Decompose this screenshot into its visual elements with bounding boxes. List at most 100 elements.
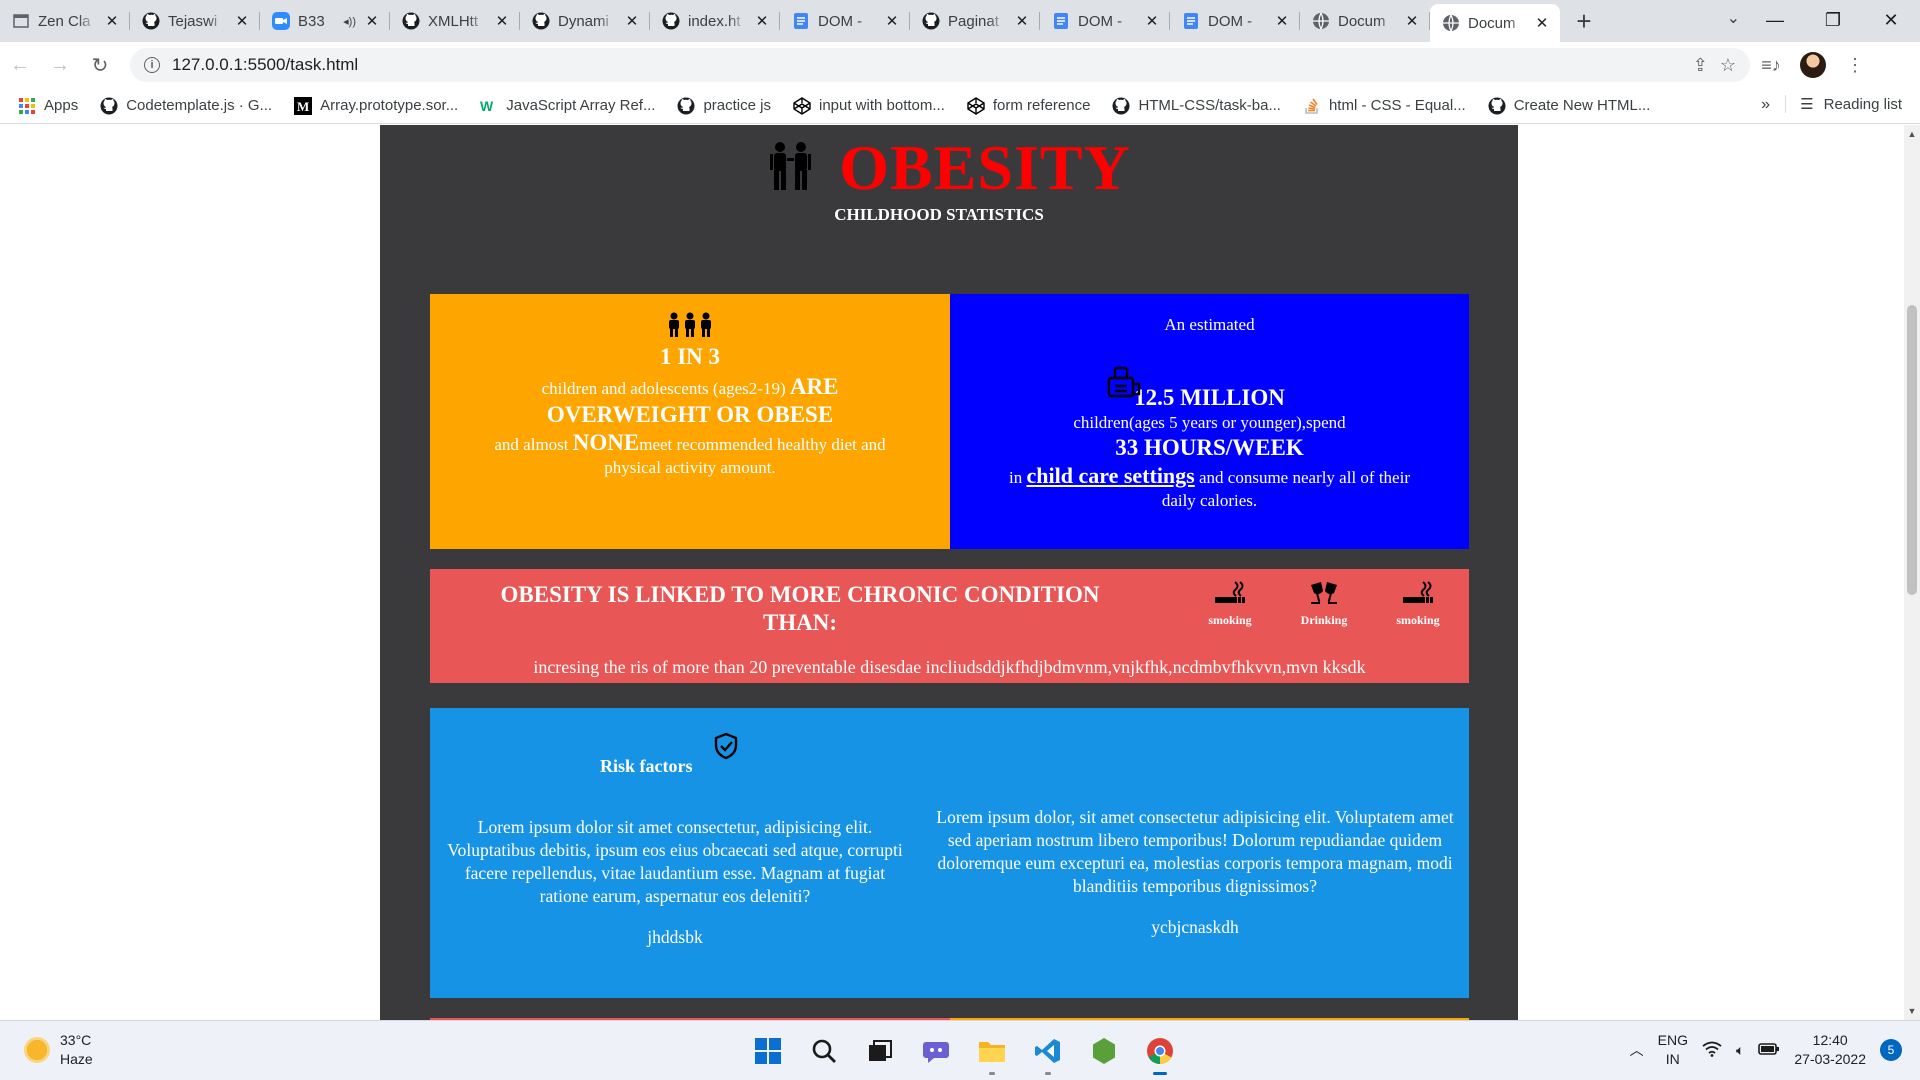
- github-icon: [1488, 97, 1506, 115]
- bookmark-item[interactable]: HTML-CSS/task-ba...: [1112, 97, 1281, 115]
- teams-chat-icon[interactable]: [916, 1031, 956, 1071]
- address-bar[interactable]: i 127.0.0.1:5500/task.html ⇪ ☆: [130, 48, 1750, 82]
- bookmark-item[interactable]: form reference: [967, 96, 1091, 115]
- share-icon[interactable]: ⇪: [1693, 55, 1708, 76]
- page-scrollbar[interactable]: ▲ ▼: [1904, 125, 1920, 1020]
- weather-widget[interactable]: 33°C Haze: [24, 1031, 93, 1069]
- clock-date: 27-03-2022: [1794, 1051, 1866, 1067]
- close-window-icon[interactable]: ✕: [1862, 10, 1920, 31]
- browser-tab[interactable]: index.ht ✕: [650, 4, 780, 38]
- bookmark-item[interactable]: M Array.prototype.sor...: [294, 96, 458, 115]
- bookmark-item[interactable]: html - CSS - Equal...: [1303, 97, 1466, 115]
- back-arrow-icon[interactable]: ←: [0, 54, 40, 77]
- forward-arrow-icon[interactable]: →: [40, 54, 80, 77]
- bookmark-item[interactable]: input with bottom...: [793, 96, 945, 115]
- scroll-thumb[interactable]: [1907, 305, 1917, 595]
- notification-badge[interactable]: 5: [1880, 1039, 1902, 1061]
- language-indicator[interactable]: ENG IN: [1658, 1031, 1688, 1069]
- url-text[interactable]: 127.0.0.1:5500/task.html: [172, 55, 358, 75]
- reading-list-button[interactable]: ☰ Reading list: [1785, 95, 1902, 113]
- bookmark-label: practice js: [703, 97, 771, 114]
- reload-icon[interactable]: ↻: [80, 53, 120, 78]
- bookmark-star-icon[interactable]: ☆: [1720, 55, 1736, 76]
- tab-close-icon[interactable]: ✕: [234, 12, 250, 30]
- docs-icon: [1052, 12, 1070, 30]
- tab-title: Paginat: [948, 12, 999, 30]
- task-view-icon[interactable]: [860, 1031, 900, 1071]
- tab-close-icon[interactable]: ✕: [104, 12, 120, 30]
- menu-kebab-icon[interactable]: ⋮: [1834, 55, 1876, 76]
- browser-tab[interactable]: Docum ✕: [1430, 4, 1560, 42]
- stat-emphasis-none: NONE: [572, 430, 640, 455]
- weather-temp: 33°C: [60, 1032, 92, 1048]
- smoking-icon: [1403, 581, 1433, 603]
- bookmark-label: Apps: [44, 97, 79, 114]
- tab-close-icon[interactable]: ✕: [1534, 14, 1550, 32]
- browser-tab[interactable]: Tejaswi ✕: [130, 4, 260, 38]
- browser-tab[interactable]: Docum ✕: [1300, 4, 1430, 38]
- bookmark-item[interactable]: Apps: [18, 97, 78, 115]
- tab-close-icon[interactable]: ✕: [1014, 12, 1030, 30]
- media-control-icon[interactable]: ≡♪: [1750, 55, 1792, 76]
- scroll-down-icon[interactable]: ▼: [1904, 1006, 1920, 1016]
- tab-title: XMLHtt: [428, 12, 479, 30]
- browser-tab[interactable]: DOM - ✕: [1040, 4, 1170, 38]
- scroll-up-icon[interactable]: ▲: [1904, 129, 1920, 139]
- bookmark-item[interactable]: Create New HTML...: [1488, 97, 1650, 115]
- page-subtitle: CHILDHOOD STATISTICS: [834, 205, 1044, 224]
- browser-tab[interactable]: Zen Cla ✕: [0, 4, 130, 38]
- tab-close-icon[interactable]: ✕: [1404, 12, 1420, 30]
- battery-icon[interactable]: [1758, 1042, 1780, 1059]
- github-icon: [532, 12, 550, 30]
- tab-title: Tejaswi: [168, 12, 218, 30]
- chronic-icon-drinking: Drinking: [1299, 579, 1349, 628]
- tab-close-icon[interactable]: ✕: [494, 12, 510, 30]
- tab-close-icon[interactable]: ✕: [1144, 12, 1160, 30]
- bookmark-item[interactable]: practice js: [677, 97, 771, 115]
- browser-tab[interactable]: B33 ◂)) ✕: [260, 4, 390, 38]
- globe-icon: [1312, 12, 1330, 30]
- bookmark-item[interactable]: Codetemplate.js · G...: [100, 97, 272, 115]
- profile-avatar[interactable]: [1800, 52, 1826, 78]
- tab-search-icon[interactable]: ⌄: [1727, 8, 1740, 28]
- clock[interactable]: 12:40 27-03-2022: [1794, 1031, 1866, 1069]
- stat-children-spend: children(ages 5 years or younger),spend: [1073, 413, 1346, 432]
- bookmarks-overflow-icon[interactable]: »: [1761, 96, 1770, 114]
- browser-tab[interactable]: Paginat ✕: [910, 4, 1040, 38]
- child-care-settings-link[interactable]: child care settings: [1026, 463, 1194, 488]
- site-info-icon[interactable]: i: [144, 57, 160, 73]
- tab-close-icon[interactable]: ✕: [364, 12, 380, 30]
- minimize-icon[interactable]: —: [1746, 10, 1804, 31]
- stat-text-almost: and almost: [494, 435, 569, 454]
- restore-icon[interactable]: ❐: [1804, 10, 1862, 31]
- new-tab-button[interactable]: +: [1566, 3, 1602, 39]
- browser-tab[interactable]: XMLHtt ✕: [390, 4, 520, 38]
- volume-icon[interactable]: 🔈︎: [1736, 1042, 1744, 1059]
- tab-close-icon[interactable]: ✕: [754, 12, 770, 30]
- nodejs-icon[interactable]: [1084, 1031, 1124, 1071]
- tab-close-icon[interactable]: ✕: [884, 12, 900, 30]
- tab-close-icon[interactable]: ✕: [1274, 12, 1290, 30]
- vscode-icon[interactable]: [1028, 1031, 1068, 1075]
- browser-tab[interactable]: DOM - ✕: [780, 4, 910, 38]
- tab-title: B33: [298, 12, 325, 30]
- stat-text-line1: children and adolescents (ages2-19): [541, 379, 786, 398]
- tray-overflow-icon[interactable]: ︿: [1630, 1040, 1644, 1060]
- browser-tab[interactable]: DOM - ✕: [1170, 4, 1300, 38]
- language-region: IN: [1665, 1051, 1680, 1067]
- github-icon: [1112, 97, 1130, 115]
- start-icon[interactable]: [748, 1031, 788, 1071]
- file-explorer-icon[interactable]: [972, 1031, 1012, 1075]
- search-icon[interactable]: [804, 1031, 844, 1071]
- system-tray: ︿ ENG IN 🔈︎ 12:40 27-03-2022 5: [1630, 1031, 1902, 1069]
- chrome-icon[interactable]: [1140, 1031, 1180, 1075]
- stat-text-consume: and consume nearly all of their: [1198, 468, 1410, 487]
- browser-tab[interactable]: Dynami ✕: [520, 4, 650, 38]
- risk-factors-card: Risk factors Lorem ipsum dolor sit amet …: [430, 708, 1469, 998]
- tab-close-icon[interactable]: ✕: [624, 12, 640, 30]
- wifi-icon[interactable]: [1702, 1041, 1722, 1060]
- tab-audio-icon[interactable]: ◂)): [343, 15, 356, 28]
- bookmark-label: form reference: [992, 97, 1091, 114]
- stackoverflow-icon: [1303, 97, 1321, 115]
- bookmark-item[interactable]: W JavaScript Array Ref...: [480, 97, 655, 115]
